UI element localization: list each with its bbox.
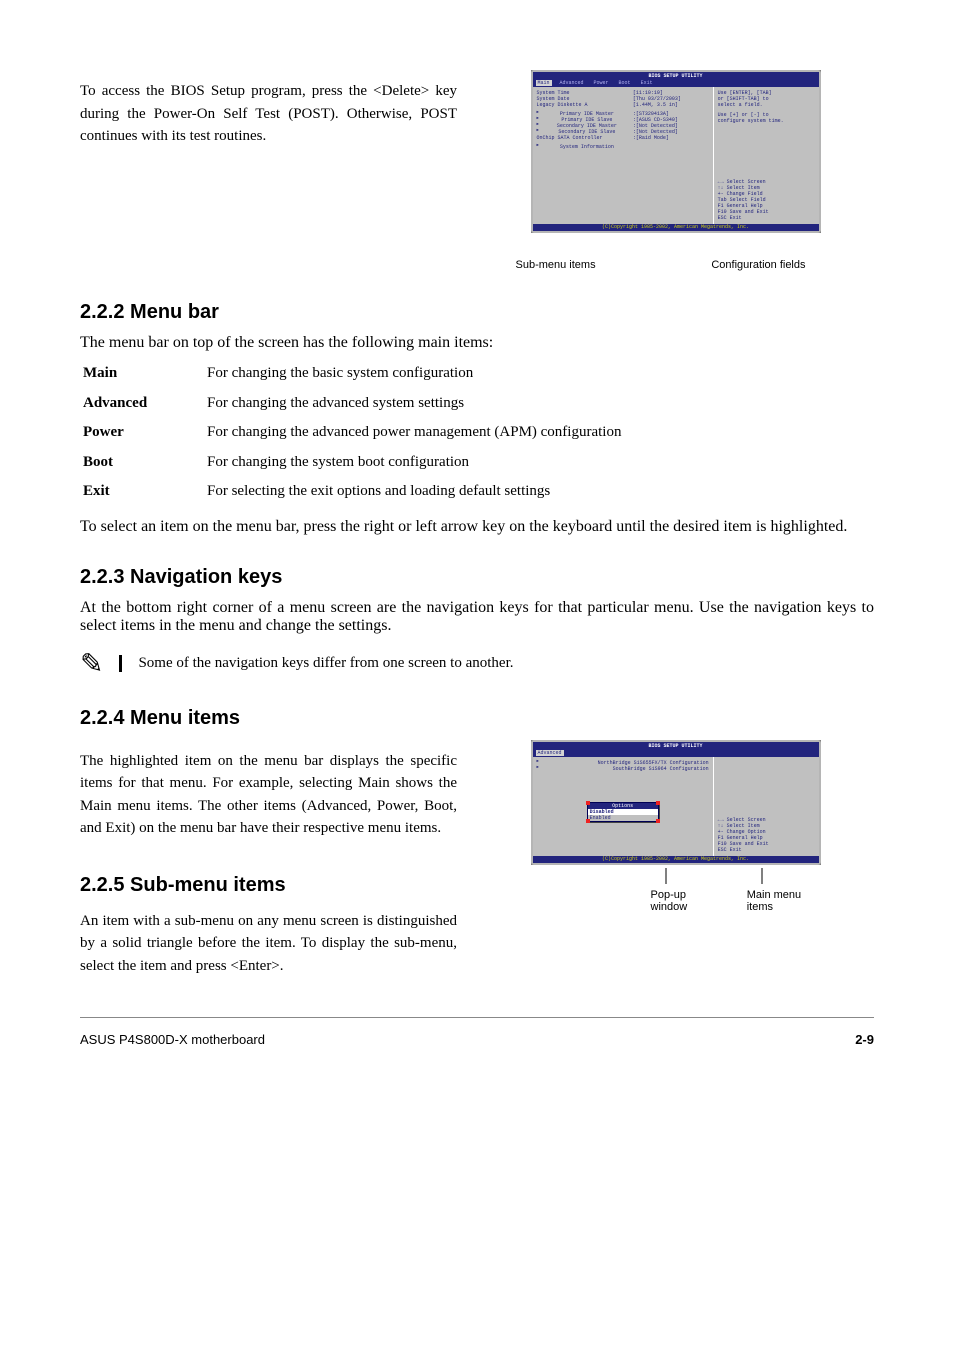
menu-power: Power — [592, 80, 611, 86]
section-2-2-5-head: 2.2.5 Sub-menu items — [80, 870, 457, 900]
bios-main-panel: System Time[11:10:19] System Date[Thu 03… — [533, 87, 713, 224]
bios2-menubar: Advanced — [533, 750, 819, 757]
bios2-side: ←→ Select Screen ↑↓ Select Item +- Chang… — [713, 757, 819, 856]
submenuitems-body: An item with a sub-menu on any menu scre… — [80, 910, 457, 978]
bios2-callouts-bottom: Pop-up window Main menu items — [531, 868, 821, 913]
bios-side-panel: Use [ENTER], [TAB] or [SHIFT-TAB] to sel… — [713, 87, 819, 224]
desc: For changing the advanced system setting… — [206, 390, 622, 418]
label: Legacy Diskette A — [537, 102, 588, 108]
bios2-main: NorthBridge SiS655FX/TX Configuration So… — [533, 757, 713, 856]
top-right-col: BIOS SETUP UTILITY Main Advanced Power B… — [477, 70, 874, 271]
label: System Information — [560, 144, 614, 150]
section-2-2-3-head: 2.2.3 Navigation keys — [80, 566, 874, 589]
bios-body: System Time[11:10:19] System Date[Thu 03… — [533, 87, 819, 224]
footer-left: ASUS P4S800D-X motherboard — [80, 1032, 265, 1047]
help-box: Use [ENTER], [TAB] or [SHIFT-TAB] to sel… — [718, 90, 815, 173]
section-after: To select an item on the menu bar, press… — [80, 518, 874, 536]
bios-title: BIOS SETUP UTILITY — [533, 72, 819, 80]
menu-main: Main — [536, 80, 552, 86]
note-text: Some of the navigation keys differ from … — [119, 655, 513, 672]
term: Main — [82, 360, 204, 388]
menuitems-row: The highlighted item on the menu bar dis… — [80, 740, 874, 978]
navkeys-body: At the bottom right corner of a menu scr… — [80, 599, 874, 635]
bios-screenshot-1: BIOS SETUP UTILITY Main Advanced Power B… — [531, 70, 821, 233]
post-paragraph: To access the BIOS Setup program, press … — [80, 80, 457, 148]
bios-screenshot-2: BIOS SETUP UTILITY Advanced NorthBridge … — [531, 740, 821, 865]
note-row: ✎ Some of the navigation keys differ fro… — [80, 647, 874, 681]
popup-opt-enabled: Enabled — [588, 815, 658, 821]
bios1-callouts-bottom: Sub-menu items Configuration fields — [516, 236, 806, 271]
term: Exit — [82, 478, 204, 506]
document-page: To access the BIOS Setup program, press … — [0, 0, 954, 1351]
menuitems-left: The highlighted item on the menu bar dis… — [80, 740, 477, 978]
value: [1.44M, 3.5 in] — [633, 102, 709, 108]
top-left-col: To access the BIOS Setup program, press … — [80, 70, 477, 148]
menu-boot: Boot — [617, 80, 633, 86]
note-icon: ✎ — [80, 647, 103, 681]
bios-menubar: Main Advanced Power Boot Exit — [533, 80, 819, 87]
desc: For selecting the exit options and loadi… — [206, 478, 622, 506]
label: OnChip SATA Controller — [537, 135, 603, 141]
section-2-2-2-head: 2.2.2 Menu bar — [80, 301, 874, 324]
section-intro: The menu bar on top of the screen has th… — [80, 334, 874, 352]
callout-config-fields: Configuration fields — [711, 259, 805, 271]
desc: For changing the basic system configurat… — [206, 360, 622, 388]
desc: For changing the system boot configurati… — [206, 449, 622, 477]
keynav-box: ←→ Select Screen ↑↓ Select Item +- Chang… — [718, 179, 815, 221]
menu-exit: Exit — [639, 80, 655, 86]
bios-copyright: (C)Copyright 1985-2002, American Megatre… — [533, 224, 819, 231]
term: Advanced — [82, 390, 204, 418]
bios2-copyright: (C)Copyright 1985-2002, American Megatre… — [533, 856, 819, 863]
section-2-2-4-head: 2.2.4 Menu items — [80, 707, 874, 730]
callout-submenu: Sub-menu items — [516, 259, 596, 271]
desc: For changing the advanced power manageme… — [206, 419, 622, 447]
callout-main-menu-items: Main menu items — [747, 889, 821, 913]
term: Power — [82, 419, 204, 447]
value: :[Raid Mode] — [633, 135, 709, 141]
term: Boot — [82, 449, 204, 477]
menuitems-body: The highlighted item on the menu bar dis… — [80, 750, 457, 840]
bios1-with-callouts: BIOS SETUP UTILITY Main Advanced Power B… — [531, 70, 821, 233]
value — [633, 144, 709, 150]
top-row: To access the BIOS Setup program, press … — [80, 70, 874, 271]
bios2-title: BIOS SETUP UTILITY — [533, 742, 819, 750]
callout-popup: Pop-up window — [651, 889, 717, 913]
bios2-keynav: ←→ Select Screen ↑↓ Select Item +- Chang… — [718, 817, 815, 853]
bios2-popup: Options Disabled Enabled — [587, 802, 659, 822]
menu-bar-list: MainFor changing the basic system config… — [80, 358, 624, 508]
footer-rule — [80, 1017, 874, 1018]
menu2-advanced: Advanced — [536, 750, 564, 756]
menuitems-right: BIOS SETUP UTILITY Advanced NorthBridge … — [477, 740, 874, 913]
menu-advanced: Advanced — [558, 80, 586, 86]
page-footer: ASUS P4S800D-X motherboard 2-9 — [80, 1026, 874, 1047]
footer-right: 2-9 — [855, 1032, 874, 1047]
